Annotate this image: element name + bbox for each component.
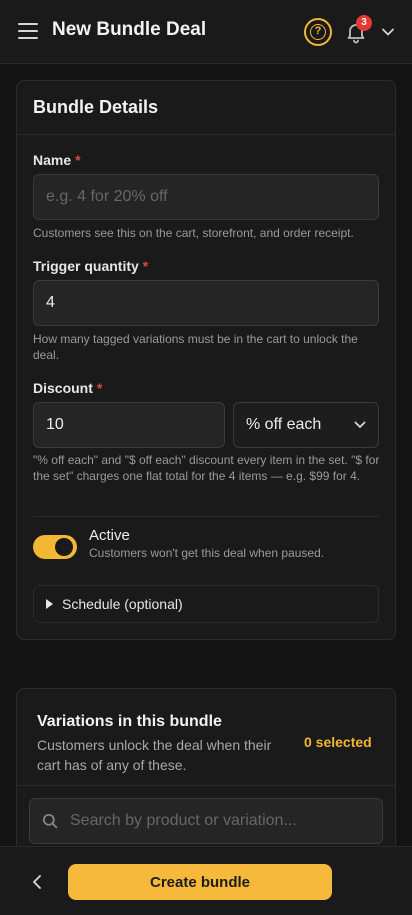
discount-type-value: % off each	[246, 416, 322, 433]
notification-badge: 3	[356, 15, 372, 31]
active-label: Active	[89, 527, 130, 544]
card-title: Bundle Details	[33, 97, 159, 117]
chevron-down-icon[interactable]	[381, 27, 395, 37]
discount-value-input[interactable]	[33, 402, 225, 448]
chevron-left-icon[interactable]	[26, 871, 48, 893]
name-input[interactable]	[33, 174, 379, 220]
discount-help-text: "% off each" and "$ off each" discount e…	[33, 453, 380, 483]
bundle-details-card: Bundle Details Name* Customers see this …	[16, 80, 396, 640]
search-input[interactable]	[30, 799, 382, 843]
trigger-quantity-help-text: How many tagged variations must be in th…	[33, 332, 358, 362]
bottom-action-bar: Create bundle	[0, 846, 412, 915]
search-field	[29, 798, 383, 844]
selected-count: 0 selected	[304, 734, 372, 750]
trigger-quantity-label: Trigger quantity *	[33, 258, 148, 274]
active-help-text: Customers won't get this deal when pause…	[89, 546, 325, 560]
create-bundle-button[interactable]: Create bundle	[68, 864, 332, 900]
variations-subtitle: Customers unlock the deal when their car…	[37, 737, 272, 773]
chevron-down-icon	[354, 421, 366, 428]
required-mark: *	[75, 152, 81, 168]
divider	[17, 785, 395, 786]
help-button[interactable]: ?	[304, 18, 332, 46]
name-label: Name *	[33, 152, 81, 168]
discount-label-text: Discount	[33, 380, 93, 396]
variations-title: Variations in this bundle	[37, 713, 222, 730]
question-circle-icon: ?	[310, 24, 326, 40]
active-toggle[interactable]	[33, 535, 77, 559]
schedule-label: Schedule (optional)	[62, 596, 183, 612]
caret-right-icon	[46, 599, 53, 609]
page-title: New Bundle Deal	[52, 19, 207, 40]
name-label-text: Name	[33, 152, 72, 168]
divider	[33, 516, 379, 517]
discount-type-select[interactable]: % off each	[233, 402, 379, 448]
required-mark: *	[96, 380, 103, 396]
menu-icon[interactable]	[18, 23, 38, 41]
schedule-disclosure[interactable]: Schedule (optional)	[33, 585, 379, 623]
discount-label: Discount *	[33, 380, 102, 396]
trigger-quantity-label-text: Trigger quantity	[33, 258, 139, 274]
card-header: Bundle Details	[17, 81, 395, 135]
toggle-knob	[55, 538, 73, 556]
trigger-quantity-input[interactable]	[33, 280, 379, 326]
top-app-bar: New Bundle Deal ? 3	[0, 0, 412, 64]
required-mark: *	[142, 258, 149, 274]
name-help-text: Customers see this on the cart, storefro…	[33, 226, 354, 240]
